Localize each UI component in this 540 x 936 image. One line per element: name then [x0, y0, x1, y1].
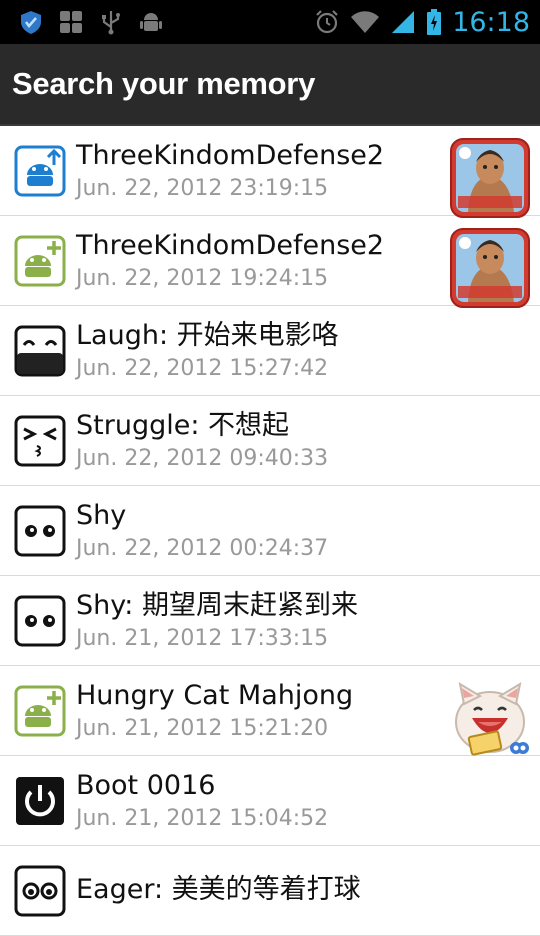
clock: 16:18 — [452, 6, 530, 38]
item-title: Shy: 期望周末赶紧到来 — [76, 589, 358, 621]
item-title: Shy — [76, 499, 127, 531]
list-item[interactable]: Boot 0016 Jun. 21, 2012 15:04:52 — [0, 756, 540, 846]
list-item[interactable]: Shy: 期望周末赶紧到来 Jun. 21, 2012 17:33:15 — [0, 576, 540, 666]
list-item[interactable]: Struggle: 不想起 Jun. 22, 2012 09:40:33 — [0, 396, 540, 486]
laugh-face-icon — [14, 325, 66, 377]
list-item[interactable]: Laugh: 开始来电影咯 Jun. 22, 2012 15:27:42 — [0, 306, 540, 396]
app-install-icon — [14, 685, 66, 737]
item-title: Boot 0016 — [76, 769, 216, 801]
action-bar: Search your memory — [0, 44, 540, 126]
list-item[interactable]: Shy Jun. 22, 2012 00:24:37 — [0, 486, 540, 576]
item-title: Eager: 美美的等着打球 — [76, 873, 361, 905]
wifi-icon — [350, 9, 380, 35]
list-item[interactable]: Hungry Cat Mahjong Jun. 21, 2012 15:21:2… — [0, 666, 540, 756]
shy-face-icon — [14, 505, 66, 557]
list-item[interactable]: ThreeKindomDefense2 Jun. 22, 2012 23:19:… — [0, 126, 540, 218]
battery-charging-icon — [426, 9, 442, 35]
item-title: Laugh: 开始来电影咯 — [76, 319, 339, 351]
app-install-icon — [14, 235, 66, 287]
hungry-cat-mahjong-app-icon — [450, 678, 530, 758]
list-item[interactable]: Eager: 美美的等着打球 — [0, 846, 540, 936]
item-timestamp: Jun. 22, 2012 09:40:33 — [76, 445, 329, 471]
item-timestamp: Jun. 22, 2012 00:24:37 — [76, 535, 329, 561]
app-upgrade-icon — [14, 145, 66, 197]
item-timestamp: Jun. 22, 2012 15:27:42 — [76, 355, 329, 381]
struggle-face-icon — [14, 415, 66, 467]
eager-face-icon — [14, 865, 66, 917]
shy-face-icon — [14, 595, 66, 647]
android-debug-icon — [138, 9, 164, 35]
grid-app-icon — [58, 9, 84, 35]
item-timestamp: Jun. 21, 2012 15:04:52 — [76, 805, 329, 831]
list-item[interactable]: ThreeKindomDefense2 Jun. 22, 2012 19:24:… — [0, 216, 540, 308]
signal-icon — [390, 9, 416, 35]
shield-icon — [18, 9, 44, 35]
page-title: Search your memory — [12, 66, 316, 101]
alarm-icon — [314, 9, 340, 35]
item-timestamp: Jun. 21, 2012 17:33:15 — [76, 625, 329, 651]
usb-icon — [98, 9, 124, 35]
memory-list: ThreeKindomDefense2 Jun. 22, 2012 23:19:… — [0, 126, 540, 936]
item-title: Struggle: 不想起 — [76, 409, 290, 441]
three-kingdom-defense-app-icon — [450, 228, 530, 308]
status-bar: 16:18 — [0, 0, 540, 44]
three-kingdom-defense-app-icon — [450, 138, 530, 218]
power-icon — [14, 775, 66, 827]
